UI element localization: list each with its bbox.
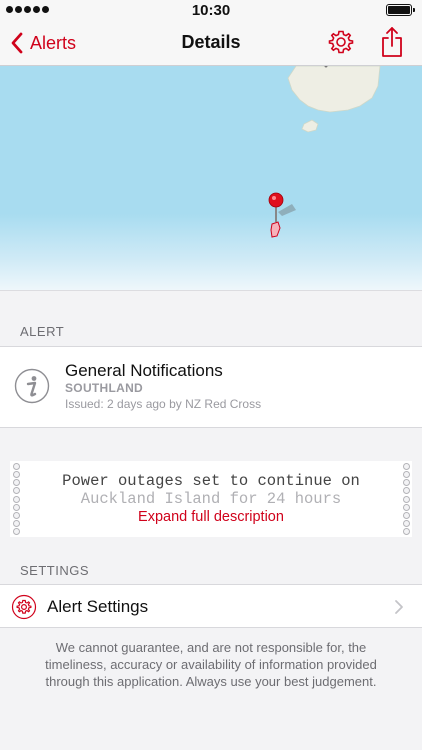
page-title: Details	[181, 32, 241, 52]
alert-settings-label: Alert Settings	[47, 597, 149, 616]
gear-icon	[11, 594, 37, 620]
chevron-right-icon	[395, 600, 403, 614]
battery-icon	[386, 4, 415, 16]
alert-summary-card: General Notifications SOUTHLAND Issued: …	[0, 346, 422, 428]
alert-area-shape	[270, 221, 281, 238]
alert-map[interactable]	[0, 66, 422, 290]
navigation-bar: Alerts Details	[0, 20, 422, 66]
alert-region: SOUTHLAND	[65, 381, 144, 395]
divider	[0, 290, 422, 291]
disclaimer-text: We cannot guarantee, and are not respons…	[45, 640, 377, 689]
description-ticket: Power outages set to continue on Aucklan…	[10, 461, 412, 537]
settings-section-header: SETTINGS	[20, 563, 90, 578]
info-icon	[14, 368, 50, 404]
expand-description-link[interactable]: Expand full description	[10, 509, 412, 525]
alert-title: General Notifications	[65, 361, 223, 380]
gear-icon[interactable]	[328, 29, 354, 55]
description-line-1: Power outages set to continue on	[62, 472, 360, 490]
map-island	[301, 119, 319, 133]
map-pin-shadow	[278, 204, 296, 216]
status-bar: 10:30	[0, 0, 422, 20]
signal-strength-icon	[6, 6, 49, 13]
alert-settings-row[interactable]: Alert Settings	[0, 584, 422, 628]
share-icon[interactable]	[380, 26, 404, 58]
map-canvas	[268, 66, 381, 238]
map-landmass	[287, 66, 381, 113]
alert-section-header: ALERT	[20, 324, 65, 339]
map-pin-icon	[268, 192, 284, 208]
status-time: 10:30	[191, 1, 231, 19]
description-line-2: Auckland Island for 24 hours	[80, 490, 342, 508]
alert-issued-info: Issued: 2 days ago by NZ Red Cross	[65, 397, 262, 411]
